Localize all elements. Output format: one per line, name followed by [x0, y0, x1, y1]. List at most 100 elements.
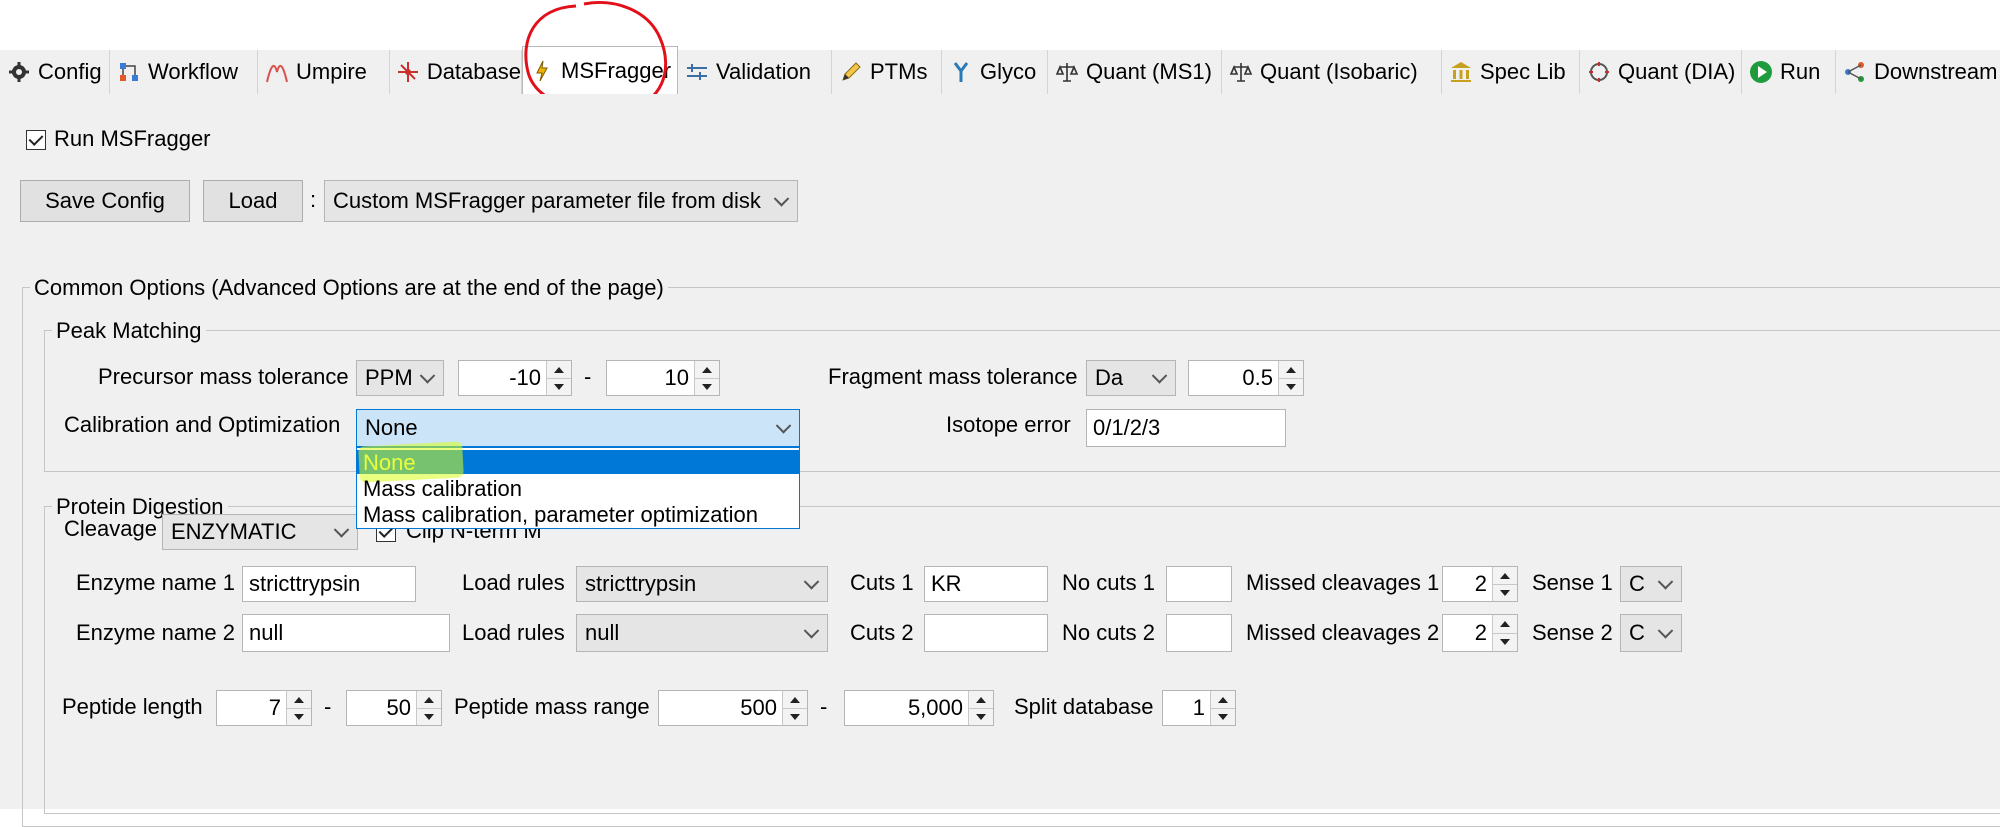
tab-label: Glyco [980, 59, 1037, 84]
tab-label: Config [38, 59, 102, 84]
tab-label: Run [1780, 59, 1821, 84]
spinner-up-button[interactable] [1279, 361, 1303, 379]
load-rules-2-select[interactable]: null [576, 614, 828, 652]
enzyme-name-2-label: Enzyme name 2 [76, 620, 235, 645]
peptide-length-max-spinner[interactable]: 50 [346, 690, 442, 726]
precursor-high-spinner[interactable]: 10 [606, 360, 720, 396]
spinner-down-button[interactable] [1279, 378, 1303, 395]
sense-1-select[interactable]: C [1620, 566, 1682, 602]
spinner-up-button[interactable] [417, 691, 441, 709]
spinner-down-button[interactable] [969, 708, 993, 725]
dropdown-option-none[interactable]: None [357, 441, 799, 483]
missed-cleavages-2-label: Missed cleavages 2 [1246, 620, 1440, 645]
tab-spec-lib[interactable]: Spec Lib [1442, 50, 1580, 94]
cleavage-value: ENZYMATIC [171, 519, 297, 544]
save-config-button[interactable]: Save Config [20, 180, 190, 222]
mass-max-value: 5,000 [907, 695, 963, 720]
tab-quant-dia[interactable]: Quant (DIA) [1580, 50, 1742, 94]
load-rules-1-select[interactable]: stricttrypsin [576, 566, 828, 602]
no-cuts-1-label: No cuts 1 [1062, 570, 1155, 595]
precursor-low-spinner[interactable]: -10 [458, 360, 572, 396]
precursor-tolerance-label: Precursor mass tolerance [98, 364, 349, 389]
chevron-down-icon [803, 574, 820, 590]
spinner-up-button[interactable] [287, 691, 311, 709]
tab-database[interactable]: Database [390, 50, 522, 94]
spinner-down-button[interactable] [1211, 708, 1235, 725]
split-database-value: 1 [1192, 695, 1205, 720]
calibration-label: Calibration and Optimization [64, 412, 341, 437]
param-source-select[interactable]: Custom MSFragger parameter file from dis… [324, 180, 798, 222]
spinner-down-button[interactable] [1493, 633, 1517, 651]
spinner-down-button[interactable] [1493, 584, 1517, 601]
sense-2-select[interactable]: C [1620, 614, 1682, 652]
peptide-length-label: Peptide length [62, 694, 203, 719]
precursor-unit-select[interactable]: PPM [356, 360, 444, 396]
downstream-icon [1842, 59, 1868, 85]
tab-config[interactable]: Config [0, 50, 110, 94]
spinner-up-button[interactable] [969, 691, 993, 709]
mass-min-spinner[interactable]: 500 [658, 690, 808, 726]
load-button[interactable]: Load [203, 180, 303, 222]
load-rules-1-value: stricttrypsin [585, 571, 697, 596]
missed-cleavages-1-spinner[interactable]: 2 [1442, 566, 1518, 602]
tab-label: Quant (DIA) [1618, 59, 1736, 84]
dropdown-option-mass-calibration[interactable]: Mass calibration [363, 476, 522, 502]
cleavage-select[interactable]: ENZYMATIC [162, 514, 358, 550]
scale-icon [1228, 59, 1254, 85]
spinner-up-button[interactable] [547, 361, 571, 379]
spinner-down-button[interactable] [417, 708, 441, 725]
umpire-icon [264, 59, 290, 85]
tab-quant-isobaric[interactable]: Quant (Isobaric) [1222, 50, 1442, 94]
cleavage-label: Cleavage [64, 516, 157, 541]
enzyme-name-1-input[interactable]: stricttrypsin [242, 566, 416, 602]
peptide-length-min-spinner[interactable]: 7 [216, 690, 312, 726]
peak-matching-title: Peak Matching [52, 318, 206, 344]
cuts-2-input[interactable] [924, 614, 1048, 652]
sense-2-label: Sense 2 [1532, 620, 1613, 645]
spinner-up-button[interactable] [1211, 691, 1235, 709]
tab-label: Database [426, 59, 521, 84]
tab-run[interactable]: Run [1742, 50, 1836, 94]
tab-downstream[interactable]: Downstream [1836, 50, 2000, 94]
sense-2-value: C [1629, 620, 1645, 645]
cuts-1-input[interactable]: KR [924, 566, 1048, 602]
dropdown-option-mass-calibration-optimization[interactable]: Mass calibration, parameter optimization [363, 502, 758, 528]
spinner-down-button[interactable] [695, 378, 719, 395]
spinner-up-button[interactable] [1493, 615, 1517, 634]
run-msfragger-checkbox[interactable] [26, 130, 46, 150]
split-database-spinner[interactable]: 1 [1162, 690, 1236, 726]
load-rules-2-value: null [585, 620, 620, 645]
tab-validation[interactable]: Validation [678, 50, 832, 94]
tab-glyco[interactable]: Glyco [942, 50, 1048, 94]
no-cuts-2-input[interactable] [1166, 614, 1232, 652]
precursor-high-value: 10 [664, 365, 689, 390]
fragment-unit-select[interactable]: Da [1086, 360, 1176, 396]
enzyme-name-2-input[interactable]: null [242, 614, 450, 652]
tab-label: Downstream [1874, 59, 1998, 84]
spinner-up-button[interactable] [783, 691, 807, 709]
peak-matching-group [44, 330, 2000, 472]
mass-max-spinner[interactable]: 5,000 [844, 690, 994, 726]
dropdown-option-label: None [363, 450, 416, 475]
tab-ptms[interactable]: PTMs [832, 50, 942, 94]
spinner-up-button[interactable] [695, 361, 719, 379]
chevron-down-icon [1151, 368, 1168, 384]
tab-quant-ms1[interactable]: Quant (MS1) [1048, 50, 1222, 94]
tab-workflow[interactable]: Workflow [110, 50, 258, 94]
cuts-2-label: Cuts 2 [850, 620, 914, 645]
no-cuts-2-label: No cuts 2 [1062, 620, 1155, 645]
missed-cleavages-2-spinner[interactable]: 2 [1442, 614, 1518, 652]
spinner-down-button[interactable] [547, 378, 571, 395]
tab-umpire[interactable]: Umpire [258, 50, 390, 94]
fragment-value-spinner[interactable]: 0.5 [1188, 360, 1304, 396]
spinner-down-button[interactable] [783, 708, 807, 725]
library-icon [1448, 59, 1474, 85]
missed-cleavages-2-value: 2 [1474, 620, 1487, 645]
spinner-down-button[interactable] [287, 708, 311, 725]
cuts-1-label: Cuts 1 [850, 570, 914, 595]
range-dash: - [820, 694, 828, 719]
spinner-up-button[interactable] [1493, 567, 1517, 585]
isotope-error-input[interactable]: 0/1/2/3 [1086, 409, 1286, 447]
no-cuts-1-input[interactable] [1166, 566, 1232, 602]
calibration-select[interactable]: None [356, 409, 800, 447]
